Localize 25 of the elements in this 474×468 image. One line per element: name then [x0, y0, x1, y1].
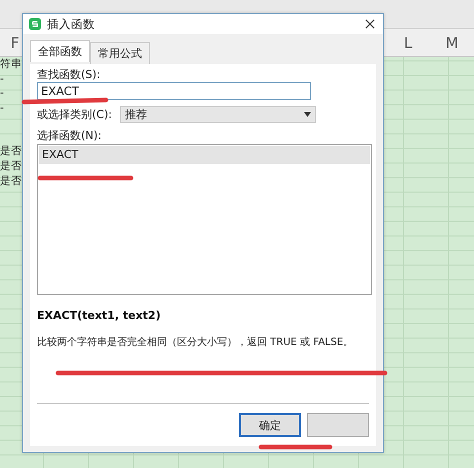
table-cell: -: [0, 100, 4, 116]
column-header: M: [444, 34, 460, 52]
app-icon: [29, 18, 41, 30]
table-cell: 是否: [0, 158, 22, 174]
function-description: 比较两个字符串是否完全相同（区分大小写），返回 TRUE 或 FALSE。: [37, 336, 354, 349]
category-dropdown[interactable]: 推荐: [120, 106, 316, 123]
table-cell: 是否: [0, 174, 22, 188]
table-cell: 符串: [0, 57, 22, 72]
column-header: F: [10, 34, 20, 52]
caret-icon: [304, 112, 311, 117]
search-field[interactable]: EXACT: [37, 82, 311, 100]
ok-button[interactable]: 确定: [239, 413, 301, 437]
list-item[interactable]: EXACT: [39, 146, 370, 164]
table-cell: -: [0, 86, 4, 101]
window-title: 插入函数: [47, 16, 96, 32]
tab[interactable]: 常用公式: [90, 42, 150, 64]
table-cell: -: [0, 72, 4, 86]
column-header: L: [402, 34, 414, 52]
function-signature: EXACT(text1, text2): [37, 309, 162, 323]
table-cell: 是否: [0, 144, 22, 159]
field-label: 选择函数(N):: [37, 129, 103, 142]
close-icon[interactable]: [365, 19, 375, 29]
tab[interactable]: 全部函数: [30, 40, 90, 62]
field-label: 或选择类别(C):: [37, 108, 112, 121]
field-label: 查找函数(S):: [37, 68, 102, 81]
